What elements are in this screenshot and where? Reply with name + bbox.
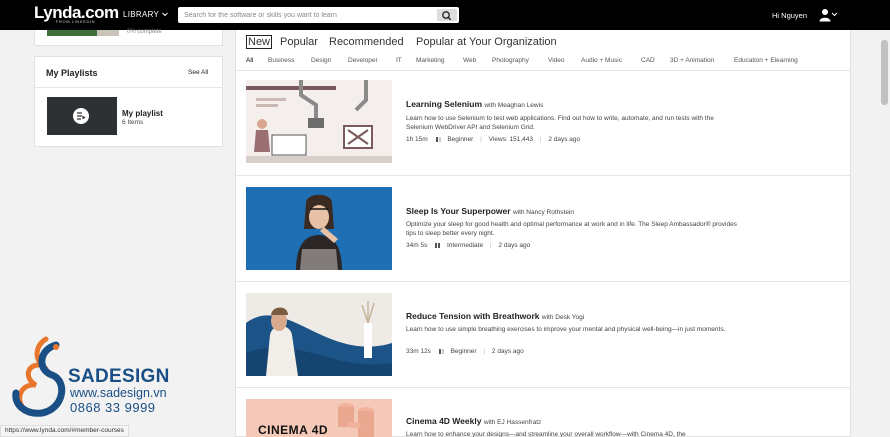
course-title[interactable]: Learning Selenium with Meaghan Lewis: [406, 99, 543, 109]
course-meta: 33m 12s Beginner | 2 days ago: [406, 348, 524, 355]
course-description: Optimize your sleep for good health and …: [406, 221, 737, 237]
filter-audio-music[interactable]: Audio + Music: [581, 57, 622, 64]
divider: [35, 87, 222, 88]
course-level: Beginner: [450, 348, 477, 355]
divider: [236, 70, 850, 71]
watermark-phone: 0868 33 9999: [70, 400, 156, 415]
course-date: 2 days ago: [491, 348, 524, 355]
course-date: 2 days ago: [548, 136, 581, 143]
sleep-illustration: [246, 187, 392, 270]
course-duration: 33m 12s: [406, 348, 431, 355]
meta-separator: |: [483, 348, 486, 355]
thumbnail-text: CINEMA 4D: [258, 423, 329, 437]
meta-separator: |: [539, 136, 542, 143]
course-description: Learn how to use Selenium to test web ap…: [406, 115, 714, 131]
playlist-count: 6 Items: [122, 119, 144, 126]
filter-cad[interactable]: CAD: [641, 57, 655, 64]
tab-recommended[interactable]: Recommended: [329, 36, 404, 48]
course-duration: 1h 15m: [406, 136, 428, 143]
chevron-down-icon: [161, 13, 168, 17]
course-thumbnail-sleep-superpower[interactable]: [246, 187, 392, 270]
level-beginner-icon: [435, 136, 444, 142]
level-beginner-icon: [438, 348, 447, 354]
filter-3d-animation[interactable]: 3D + Animation: [670, 57, 714, 64]
filter-web[interactable]: Web: [463, 57, 476, 64]
course-title[interactable]: Reduce Tension with Breathwork with Desk…: [406, 311, 584, 321]
filter-business[interactable]: Business: [268, 57, 294, 64]
course-level: Beginner: [447, 136, 474, 143]
filter-photography[interactable]: Photography: [492, 57, 529, 64]
progress-text: 0% complete: [127, 29, 162, 35]
level-intermediate-icon: [435, 242, 443, 248]
course-views: Views: 151,443: [488, 136, 534, 143]
course-thumbnail-part: [97, 30, 119, 36]
meta-separator: |: [480, 136, 482, 143]
selenium-illustration: [246, 80, 392, 163]
library-label: LIBRARY: [123, 10, 160, 19]
filter-design[interactable]: Design: [311, 57, 331, 64]
course-description: Learn how to enhance your designs—and st…: [406, 431, 686, 437]
tab-popular-at-organization[interactable]: Popular at Your Organization: [416, 36, 557, 48]
library-menu[interactable]: LIBRARY: [123, 10, 168, 19]
progress-card: 0% complete: [34, 29, 223, 46]
user-greeting[interactable]: Hi Nguyen: [772, 11, 807, 20]
search-bar: [178, 7, 459, 23]
course-thumbnail-learning-selenium[interactable]: [246, 80, 392, 163]
course-meta: 1h 15m Beginner | Views: 151,443 | 2 day…: [406, 136, 580, 143]
scrollbar-thumb[interactable]: [881, 40, 888, 105]
course-title-text: Reduce Tension with Breathwork: [406, 311, 540, 321]
search-icon: [442, 11, 452, 21]
filter-all[interactable]: All: [246, 57, 253, 64]
search-button[interactable]: [437, 9, 457, 21]
course-author: with Meaghan Lewis: [484, 102, 544, 109]
course-author: with Desk Yogi: [541, 314, 585, 321]
course-author: with EJ Hassenfratz: [483, 419, 542, 426]
playlist-icon-circle: [73, 108, 89, 124]
playlist-name[interactable]: My playlist: [122, 109, 163, 118]
link-status-bar: https://www.lynda.com/#member-courses: [0, 425, 129, 437]
course-title-text: Cinema 4D Weekly: [406, 416, 482, 426]
tab-new[interactable]: New: [246, 35, 273, 49]
user-menu-chevron-icon[interactable]: [831, 10, 838, 18]
filter-developer[interactable]: Developer: [348, 57, 378, 64]
see-all-link[interactable]: See All: [188, 69, 208, 76]
filter-education-elearning[interactable]: Education + Elearning: [734, 57, 798, 64]
course-description: Learn how to use simple breathing exerci…: [406, 326, 726, 333]
meta-separator: |: [489, 242, 492, 249]
watermark-url: www.sadesign.vn: [70, 386, 167, 400]
course-thumbnail-cinema-4d[interactable]: CINEMA 4D: [246, 399, 392, 437]
top-navigation-bar: Lynda.com FROM LINKEDIN LIBRARY Hi Nguye…: [0, 0, 890, 30]
course-level: Intermediate: [446, 242, 484, 249]
tab-popular[interactable]: Popular: [280, 36, 318, 48]
playlists-title: My Playlists: [46, 68, 98, 78]
course-meta: 34m 5s Intermediate | 2 days ago: [406, 242, 530, 249]
breathwork-illustration: [246, 293, 392, 376]
filter-marketing[interactable]: Marketing: [416, 57, 445, 64]
course-duration: 34m 5s: [406, 242, 428, 249]
logo-sub: FROM LINKEDIN: [56, 19, 96, 24]
course-title[interactable]: Sleep Is Your Superpower with Nancy Roth…: [406, 206, 574, 216]
watermark-name: SADESIGN: [68, 366, 170, 387]
filter-it[interactable]: IT: [396, 57, 402, 64]
course-thumbnail-reduce-tension[interactable]: [246, 293, 392, 376]
course-title-text: Sleep Is Your Superpower: [406, 206, 511, 216]
divider: [236, 387, 850, 388]
course-date: 2 days ago: [498, 242, 531, 249]
course-author: with Nancy Rothstein: [512, 209, 574, 216]
user-avatar-icon[interactable]: [819, 8, 831, 22]
playlist-icon: [77, 112, 86, 120]
playlist-thumbnail[interactable]: [47, 97, 117, 135]
my-playlists-card: My Playlists See All My playlist 6 Items: [34, 56, 223, 147]
filter-video[interactable]: Video: [548, 57, 565, 64]
course-title-text: Learning Selenium: [406, 99, 483, 109]
course-title[interactable]: Cinema 4D Weekly with EJ Hassenfratz: [406, 416, 541, 426]
search-input[interactable]: [178, 7, 436, 23]
lynda-logo[interactable]: Lynda.com FROM LINKEDIN: [34, 4, 119, 24]
divider: [236, 175, 850, 176]
divider: [236, 281, 850, 282]
